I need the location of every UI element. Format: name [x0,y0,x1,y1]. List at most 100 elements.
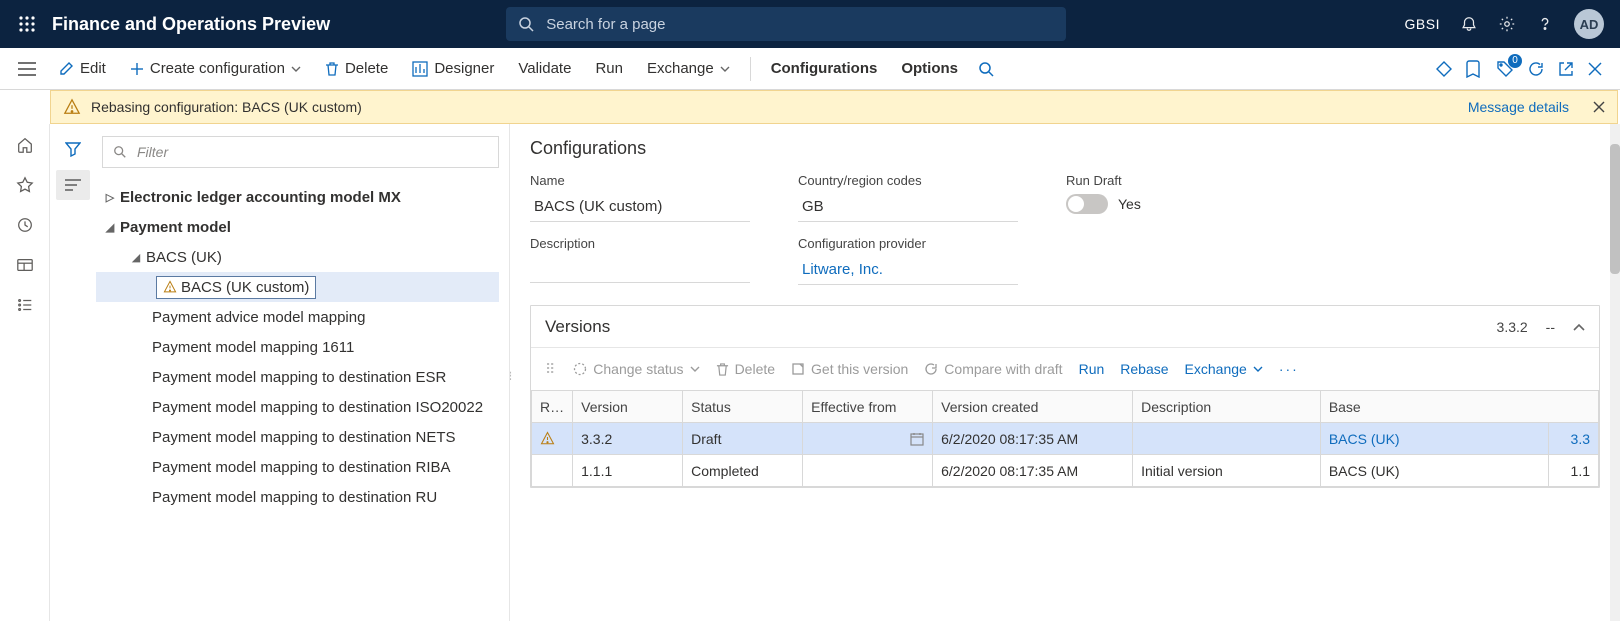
name-value[interactable]: BACS (UK custom) [530,194,750,222]
cell-base[interactable]: BACS (UK) [1320,423,1548,455]
col-base[interactable]: Base [1320,391,1598,423]
cell-base-version[interactable]: 3.3 [1549,423,1599,455]
country-value[interactable]: GB [798,194,1018,222]
tag-icon[interactable]: 0 [1496,60,1514,78]
hamburger-icon[interactable] [8,62,46,76]
detail-panel: ⠿ Configurations Name BACS (UK custom) D… [510,124,1620,621]
version-exchange-label: Exchange [1185,361,1247,377]
org-label[interactable]: GBSI [1405,16,1440,32]
tree-node[interactable]: Payment model mapping to destination NET… [96,422,499,452]
tree-node[interactable]: ◢Payment model [96,212,499,242]
workspace-icon[interactable] [0,254,49,276]
table-row[interactable]: 1.1.1 Completed 6/2/2020 08:17:35 AM Ini… [532,455,1599,487]
waffle-icon[interactable] [16,13,38,35]
book-icon[interactable] [1466,60,1482,78]
compare-label: Compare with draft [944,361,1062,377]
run-draft-label: Run Draft [1066,173,1286,188]
search-input[interactable] [544,15,1054,34]
message-details-link[interactable]: Message details [1468,99,1569,115]
validate-button[interactable]: Validate [506,48,583,89]
col-status[interactable]: Status [683,391,803,423]
col-created[interactable]: Version created [933,391,1133,423]
detail-title: Configurations [530,138,1600,159]
cell-base: BACS (UK) [1320,455,1548,487]
change-status-button[interactable]: Change status [573,361,699,377]
tree-node[interactable]: ▷Electronic ledger accounting model MX [96,182,499,212]
tree-node[interactable]: ◢BACS (UK) [96,242,499,272]
col-effective[interactable]: Effective from [803,391,933,423]
star-icon[interactable] [0,174,49,196]
tree-label: Electronic ledger accounting model MX [120,189,401,206]
tree-node[interactable]: Payment model mapping to destination ESR [96,362,499,392]
cell-effective[interactable] [803,423,933,455]
grip-icon[interactable]: ⠿ [545,361,553,378]
tree-node[interactable]: Payment advice model mapping [96,302,499,332]
find-button[interactable] [970,48,1002,89]
col-version[interactable]: Version [573,391,683,423]
designer-button[interactable]: Designer [400,48,506,89]
configurations-tab[interactable]: Configurations [759,48,890,89]
filter-funnel-icon[interactable] [56,134,90,164]
tree-node[interactable]: Payment model mapping to destination ISO… [96,392,499,422]
version-exchange-button[interactable]: Exchange [1185,361,1263,377]
search-box[interactable] [506,7,1066,41]
provider-link[interactable]: Litware, Inc. [798,257,1018,285]
tree-filter-input[interactable] [135,143,488,161]
table-header-row: R… Version Status Effective from Version… [532,391,1599,423]
close-icon[interactable] [1588,62,1602,76]
version-delete-button[interactable]: Delete [716,361,775,377]
scrollbar-thumb[interactable] [1610,144,1620,274]
exchange-button[interactable]: Exchange [635,48,742,89]
recent-icon[interactable] [0,214,49,236]
get-version-button[interactable]: Get this version [791,361,908,377]
tree-filter[interactable] [102,136,499,168]
tree-node[interactable]: Payment model mapping 1611 [96,332,499,362]
banner-text: Rebasing configuration: BACS (UK custom) [91,99,362,115]
gear-icon[interactable] [1498,15,1516,33]
calendar-icon[interactable] [910,432,924,446]
home-icon[interactable] [0,134,49,156]
diamond-icon[interactable] [1436,61,1452,77]
edit-button[interactable]: Edit [46,48,118,89]
chevron-down-icon [291,66,301,72]
refresh-icon[interactable] [1528,61,1544,77]
banner-close-icon[interactable] [1593,101,1605,113]
tree-node[interactable]: Payment model mapping to destination RIB… [96,452,499,482]
change-status-label: Change status [593,361,683,377]
table-row[interactable]: 3.3.2 Draft 6/2/2020 08:17:35 AM BACS (U… [532,423,1599,455]
create-configuration-button[interactable]: Create configuration [118,48,313,89]
lines-icon[interactable] [56,170,90,200]
run-draft-toggle[interactable] [1066,194,1108,214]
version-run-button[interactable]: Run [1079,361,1105,377]
tree-label: Payment model [120,219,231,236]
run-button[interactable]: Run [583,48,635,89]
tree-node-selected[interactable]: BACS (UK custom) [96,272,499,302]
name-label: Name [530,173,750,188]
versions-table: R… Version Status Effective from Version… [531,390,1599,487]
delete-button[interactable]: Delete [313,48,400,89]
cell-base-version: 1.1 [1549,455,1599,487]
more-icon[interactable]: ··· [1279,361,1299,377]
options-tab[interactable]: Options [889,48,970,89]
list-icon[interactable] [0,294,49,316]
scrollbar-track[interactable] [1610,124,1620,621]
caret-right-icon: ▷ [100,191,120,204]
chevron-up-icon[interactable] [1573,323,1585,331]
current-version: 3.3.2 [1497,319,1528,335]
tree-node[interactable]: Payment model mapping to destination RU [96,482,499,512]
resize-grip-icon[interactable]: ⠿ [510,370,511,384]
avatar[interactable]: AD [1574,9,1604,39]
tree-label: Payment model mapping to destination RU [152,489,437,506]
col-desc[interactable]: Description [1133,391,1321,423]
cell-effective[interactable] [803,455,933,487]
popout-icon[interactable] [1558,61,1574,77]
tree-label: Payment advice model mapping [152,309,365,326]
delete-label: Delete [345,60,388,77]
bell-icon[interactable] [1460,15,1478,33]
rebase-button[interactable]: Rebase [1120,361,1168,377]
help-icon[interactable] [1536,15,1554,33]
validate-label: Validate [518,60,571,77]
compare-button[interactable]: Compare with draft [924,361,1062,377]
description-value[interactable] [530,257,750,283]
col-r[interactable]: R… [532,391,573,423]
